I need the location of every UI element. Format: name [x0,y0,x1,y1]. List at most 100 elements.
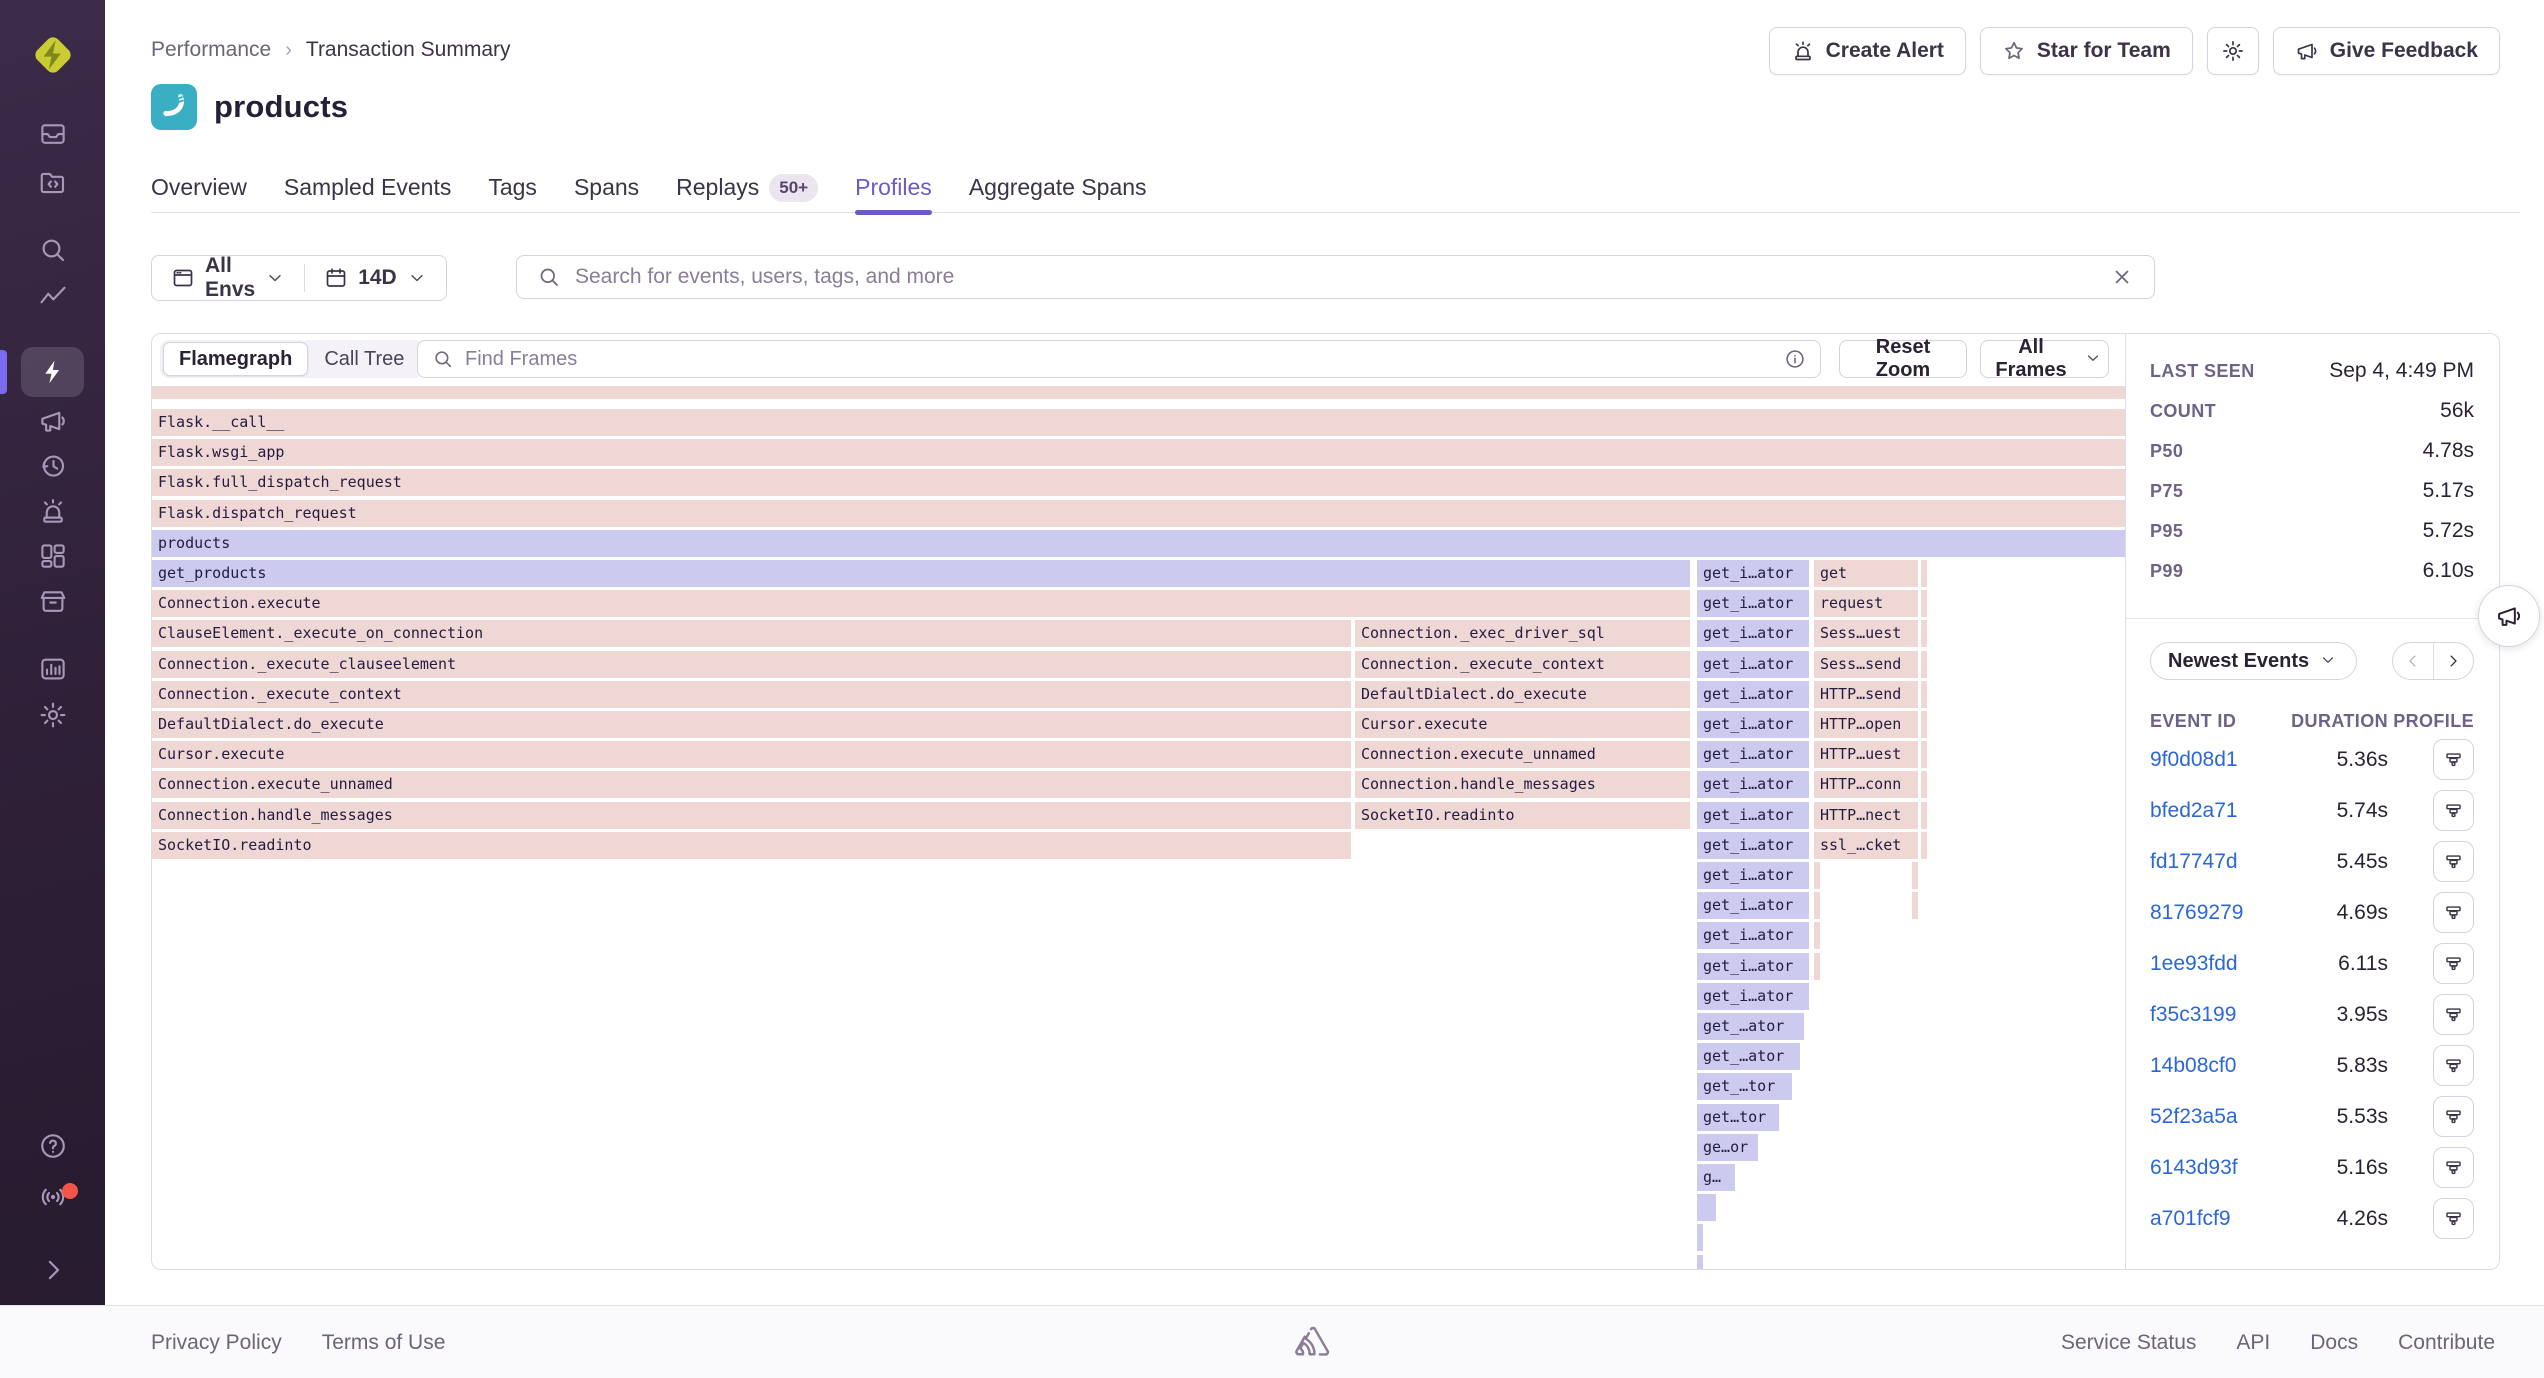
sidebar-item-stats[interactable] [0,645,105,693]
event-id-link[interactable]: bfed2a71 [2150,799,2268,823]
flamegraph-frame[interactable]: Flask.full_dispatch_request [152,469,2125,496]
flamegraph-toggle[interactable]: Flamegraph [163,342,308,376]
flamegraph-frame-sliver[interactable] [1921,681,1927,708]
flamegraph-frame-sliver[interactable] [1921,741,1927,768]
flamegraph-frame[interactable]: Sess…uest [1814,620,1918,647]
flamegraph-frame[interactable]: ClauseElement._execute_on_connection [152,620,1351,647]
flamegraph-frame-sliver[interactable] [1921,590,1927,617]
sidebar-item-replays[interactable] [0,442,105,490]
flamegraph-frame[interactable]: get_i…ator [1697,590,1809,617]
flamegraph-frame[interactable]: Connection.handle_messages [152,802,1351,829]
flamegraph-frame[interactable]: Flask.__call__ [152,409,2125,436]
sentry-logo[interactable] [28,30,78,80]
flamegraph-frame[interactable]: Connection.handle_messages [1355,771,1690,798]
tab-profiles[interactable]: Profiles [855,164,932,213]
flamegraph-frame[interactable]: get…tor [1697,1104,1779,1131]
date-range-dropdown[interactable]: 14D [305,266,446,290]
flamegraph-frame-sliver[interactable] [1697,1224,1703,1251]
view-profile-button[interactable] [2433,1096,2474,1137]
breadcrumb-parent[interactable]: Performance [151,38,271,62]
reset-zoom-button[interactable]: Reset Zoom [1839,340,1967,378]
flamegraph-frame[interactable]: get_products [152,560,1690,587]
search-input[interactable]: Search for events, users, tags, and more [516,255,2155,299]
event-id-link[interactable]: 81769279 [2150,901,2268,925]
flamegraph-frame[interactable]: Connection.execute [152,590,1690,617]
flamegraph-frame[interactable]: get_…tor [1697,1073,1792,1100]
sidebar-item-releases[interactable] [0,577,105,625]
view-profile-button[interactable] [2433,1045,2474,1086]
flamegraph-frame-sliver[interactable] [152,386,2125,399]
settings-button[interactable] [2207,27,2259,75]
footer-link-docs[interactable]: Docs [2310,1331,2358,1355]
event-id-link[interactable]: fd17747d [2150,850,2268,874]
flamegraph-frame[interactable]: SocketIO.readinto [1355,802,1690,829]
flamegraph-frame-sliver[interactable] [1814,862,1820,889]
all-frames-dropdown[interactable]: All Frames [1980,340,2109,378]
flamegraph-frame[interactable]: DefaultDialect.do_execute [1355,681,1690,708]
event-id-link[interactable]: 1ee93fdd [2150,952,2268,976]
flamegraph-frame[interactable]: ge…or [1697,1134,1758,1161]
flamegraph-frame[interactable]: get_i…ator [1697,892,1809,919]
flamegraph-frame[interactable]: Cursor.execute [1355,711,1690,738]
flamegraph-frame-sliver[interactable] [1814,922,1820,949]
flamegraph-frame-sliver[interactable] [1921,651,1927,678]
event-id-link[interactable]: f35c3199 [2150,1003,2268,1027]
tab-sampled-events[interactable]: Sampled Events [284,164,451,213]
flamegraph-frame[interactable]: Connection._execute_context [152,681,1351,708]
flamegraph-frame-sliver[interactable] [1921,560,1927,587]
sidebar-item-search[interactable] [0,226,105,274]
footer-link-contribute[interactable]: Contribute [2398,1331,2495,1355]
give-feedback-button[interactable]: Give Feedback [2273,27,2500,75]
flamegraph-frame[interactable]: get_i…ator [1697,741,1809,768]
tab-aggregate-spans[interactable]: Aggregate Spans [969,164,1147,213]
event-id-link[interactable]: a701fcf9 [2150,1207,2268,1231]
event-id-link[interactable]: 9f0d08d1 [2150,748,2268,772]
event-sort-dropdown[interactable]: Newest Events [2150,642,2357,680]
event-id-link[interactable]: 52f23a5a [2150,1105,2268,1129]
flamegraph-frame-sliver[interactable] [1921,620,1927,647]
environment-dropdown[interactable]: All Envs [152,254,304,302]
flamegraph-frame[interactable]: HTTP…open [1814,711,1918,738]
flamegraph-frame[interactable]: Connection.execute_unnamed [152,771,1351,798]
footer-link-privacy-policy[interactable]: Privacy Policy [151,1331,282,1355]
flamegraph-frame[interactable]: Cursor.execute [152,741,1351,768]
next-page-button[interactable] [2434,643,2474,679]
view-profile-button[interactable] [2433,892,2474,933]
sidebar-item-performance[interactable] [0,274,105,322]
floating-feedback-button[interactable] [2478,585,2540,647]
flamegraph-frame[interactable]: get_i…ator [1697,862,1809,889]
view-profile-button[interactable] [2433,1198,2474,1239]
footer-link-api[interactable]: API [2236,1331,2270,1355]
tab-replays[interactable]: Replays50+ [676,164,818,213]
flamegraph-frame-sliver[interactable] [1912,892,1918,919]
sidebar-item-help[interactable] [0,1122,105,1170]
flamegraph-frame[interactable]: DefaultDialect.do_execute [152,711,1351,738]
find-frames-input[interactable]: Find Frames [417,340,1821,378]
footer-link-terms-of-use[interactable]: Terms of Use [322,1331,446,1355]
flamegraph-frame[interactable]: HTTP…nect [1814,802,1918,829]
view-profile-button[interactable] [2433,841,2474,882]
event-id-link[interactable]: 6143d93f [2150,1156,2268,1180]
info-icon[interactable] [1784,348,1806,370]
flamegraph-frame[interactable]: get_i…ator [1697,620,1809,647]
flamegraph-frame[interactable]: get_i…ator [1697,802,1809,829]
flamegraph-frame[interactable]: products [152,530,2125,557]
view-profile-button[interactable] [2433,790,2474,831]
flamegraph-frame[interactable]: get_i…ator [1697,922,1809,949]
flamegraph-frame-sliver[interactable] [1697,1194,1716,1221]
flamegraph-frame[interactable]: HTTP…uest [1814,741,1918,768]
flamegraph-frame[interactable]: Connection._exec_driver_sql [1355,620,1690,647]
flamegraph-frame-sliver[interactable] [1912,862,1918,889]
flamegraph-frame[interactable]: get_i…ator [1697,651,1809,678]
flamegraph-frame[interactable]: Flask.wsgi_app [152,439,2125,466]
sidebar-item-collapse[interactable] [0,1246,105,1294]
flamegraph-frame-sliver[interactable] [1921,771,1927,798]
view-profile-button[interactable] [2433,739,2474,780]
flamegraph-frame[interactable]: Connection._execute_context [1355,651,1690,678]
flamegraph-frame[interactable]: get_i…ator [1697,771,1809,798]
sidebar-item-alerts[interactable] [0,487,105,535]
sidebar-item-profiling[interactable] [0,348,105,396]
flamegraph-frame[interactable]: Connection._execute_clauseelement [152,651,1351,678]
sidebar-item-whats-new[interactable] [0,1173,105,1221]
flamegraph-frame-sliver[interactable] [1814,953,1820,980]
